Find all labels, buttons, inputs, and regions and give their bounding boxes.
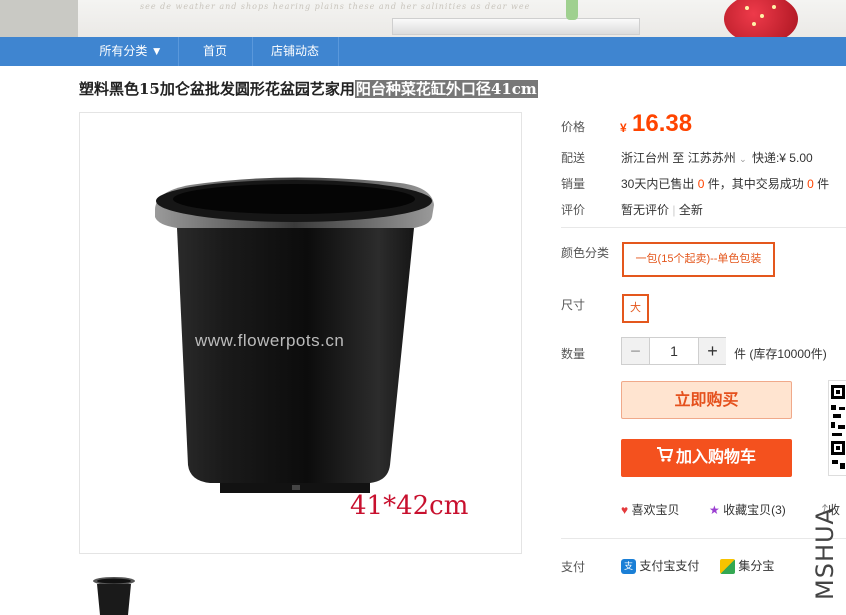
shipping-to-word: 至 (672, 151, 685, 165)
banner-left-panel (0, 0, 78, 37)
quantity-minus-button[interactable]: − (622, 338, 650, 364)
divider (561, 227, 846, 228)
star-icon: ★ (709, 503, 720, 517)
sales-prefix: 30天内已售出 (621, 177, 695, 191)
quantity-stepper: − 1 + (621, 337, 726, 365)
jifenbao-option: 集分宝 (720, 557, 775, 575)
product-title-selected-text: 阳台种菜花缸外口径41cm (354, 80, 538, 98)
stock-text: 件 (库存10000件) (734, 347, 827, 361)
shipping-destination[interactable]: 江苏苏州 (688, 151, 736, 165)
nav-home[interactable]: 首页 (179, 37, 251, 66)
color-label: 颜色分类 (561, 246, 610, 260)
shipping-express: 快递:¥ 5.00 (751, 151, 813, 165)
banner-cup (566, 0, 578, 20)
sku-size-option[interactable]: 大 (622, 294, 649, 323)
condition-new: 全新 (678, 203, 703, 217)
alipay-option: 支 支付宝支付 (621, 557, 700, 575)
divider (561, 538, 846, 539)
sales-count: 0 (697, 177, 705, 191)
sales-suffix: 件 (817, 177, 830, 191)
chevron-down-icon[interactable]: ⌄ (739, 154, 747, 164)
qr-code-icon (831, 385, 845, 469)
cart-icon (656, 439, 674, 477)
alipay-label: 支付宝支付 (639, 559, 700, 573)
payment-label: 支付 (561, 560, 586, 574)
favorite-label: 收藏宝贝(3) (723, 503, 786, 517)
shipping-info: 浙江台州 至 江苏苏州 ⌄ 快递:¥ 5.00 (621, 149, 813, 166)
banner-strawberry-image (724, 0, 798, 37)
product-title: 塑料黑色15加仑盆批发圆形花盆园艺家用阳台种菜花缸外口径41cm (79, 78, 538, 99)
size-label: 尺寸 (561, 298, 586, 312)
brand-vertical-text: MSHUA (811, 507, 839, 600)
heart-icon: ♥ (621, 503, 629, 517)
jifenbao-icon (720, 559, 735, 575)
sales-info: 30天内已售出 0 件，其中交易成功 0 件 (621, 175, 829, 192)
shipping-from: 浙江台州 (621, 151, 670, 165)
favorite-link[interactable]: ★ 收藏宝贝(3) (709, 501, 786, 518)
jifenbao-label: 集分宝 (738, 559, 775, 573)
quantity-label: 数量 (561, 347, 586, 361)
qr-code-image[interactable] (828, 380, 846, 476)
price-label: 价格 (561, 120, 586, 134)
alipay-icon: 支 (621, 559, 636, 575)
price-currency: ¥ (620, 121, 627, 135)
rating-info: 暂无评价 | 全新 (621, 201, 703, 218)
product-main-image[interactable]: www.flowerpots.cn 41*42cm (79, 112, 522, 554)
sales-mid: 件，其中交易成功 (707, 177, 804, 191)
sales-success-count: 0 (807, 177, 814, 191)
buy-now-button[interactable]: 立即购买 (621, 381, 792, 419)
sku-color-option[interactable]: 一包(15个起卖)--单色包装 (622, 242, 775, 277)
product-title-text: 塑料黑色15加仑盆批发圆形花盆园艺家用 (79, 80, 355, 98)
shop-navbar: 所有分类 ▼ 首页 店铺动态 (0, 37, 846, 66)
add-to-cart-label: 加入购物车 (675, 449, 756, 467)
banner-shelf (392, 18, 640, 35)
rating-separator: | (672, 203, 676, 217)
quantity-input[interactable]: 1 (650, 338, 698, 364)
sales-label: 销量 (561, 177, 586, 191)
thumbnail-pot-image (93, 577, 135, 615)
add-to-cart-button[interactable]: 加入购物车 (621, 439, 792, 477)
shop-banner: see de weather and shops hearing plains … (0, 0, 846, 37)
like-label: 喜欢宝贝 (631, 503, 680, 517)
svg-text:MSHUA: MSHUA (811, 507, 839, 600)
rating-label: 评价 (561, 203, 586, 217)
product-thumbnail[interactable] (86, 572, 144, 615)
image-watermark: www.flowerpots.cn (195, 331, 345, 350)
nav-shop-news[interactable]: 店铺动态 (253, 37, 337, 66)
image-dimensions-label: 41*42cm (350, 491, 469, 521)
shipping-label: 配送 (561, 151, 586, 165)
like-link[interactable]: ♥ 喜欢宝贝 (621, 501, 679, 518)
banner-script-text: see de weather and shops hearing plains … (140, 2, 531, 11)
rating-none: 暂无评价 (621, 203, 670, 217)
price-value: 16.38 (632, 110, 693, 137)
quantity-plus-button[interactable]: + (698, 338, 726, 364)
nav-all-categories[interactable]: 所有分类 ▼ (86, 37, 176, 66)
